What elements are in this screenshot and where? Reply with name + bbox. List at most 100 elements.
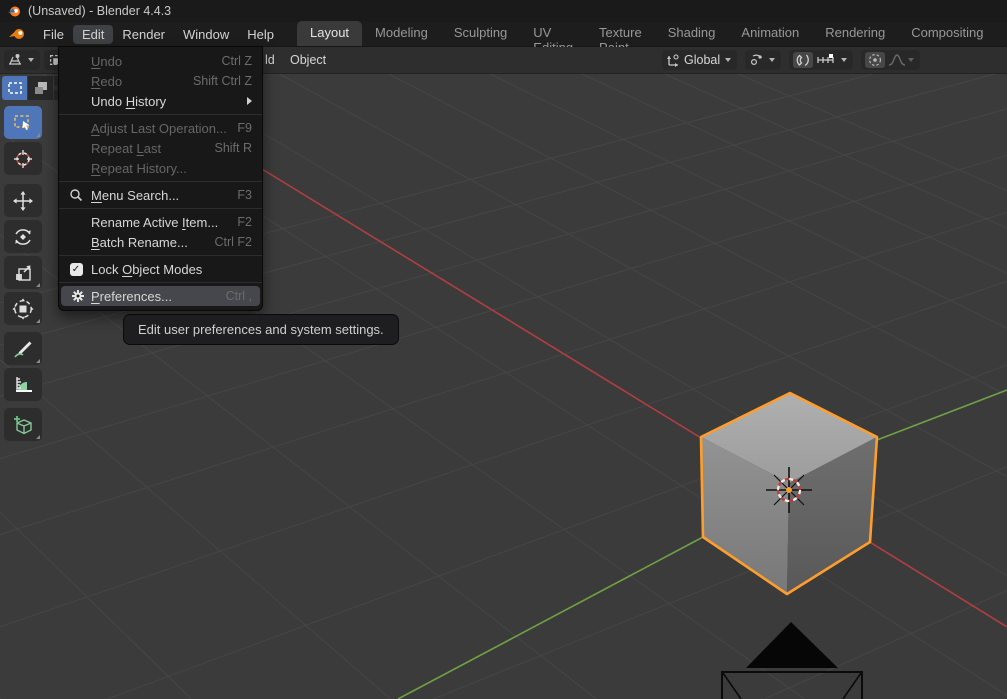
- blender-app-icon: [7, 4, 21, 18]
- menubar-item-file[interactable]: File: [34, 25, 73, 44]
- menubar-item-window[interactable]: Window: [174, 25, 238, 44]
- transform-orientation-dropdown[interactable]: Global: [662, 50, 737, 70]
- magnet-icon: [796, 53, 810, 67]
- measure-icon: [12, 374, 34, 396]
- editor-type-selector[interactable]: [4, 50, 40, 70]
- tab-geometry-noc[interactable]: Geometry Noc: [996, 21, 1007, 46]
- menubar-item-edit[interactable]: Edit: [73, 25, 113, 44]
- expand-corner-icon: [36, 435, 40, 439]
- menu-item-redo[interactable]: RedoShift Ctrl Z: [59, 71, 262, 91]
- menu-item-label: Undo: [91, 54, 221, 69]
- menu-item-shortcut: Shift R: [214, 141, 252, 155]
- select-mode-set-button[interactable]: [2, 76, 27, 100]
- menu-item-shortcut: F2: [237, 215, 252, 229]
- chevron-down-icon: [725, 58, 731, 62]
- falloff-curve-icon: [888, 53, 906, 67]
- tab-texture-paint[interactable]: Texture Paint: [586, 21, 655, 46]
- cursor-icon: [12, 148, 34, 170]
- tab-rendering[interactable]: Rendering: [812, 21, 898, 46]
- expand-corner-icon: [36, 283, 40, 287]
- tab-compositing[interactable]: Compositing: [898, 21, 996, 46]
- submenu-arrow-icon: [247, 97, 252, 105]
- menubar-item-help[interactable]: Help: [238, 25, 283, 44]
- snap-increment-icon: [816, 53, 836, 67]
- workspace-tabs: LayoutModelingSculptingUV EditingTexture…: [297, 22, 1007, 46]
- tool-transform-button[interactable]: [4, 292, 42, 325]
- menubar-item-render[interactable]: Render: [113, 25, 174, 44]
- object-menu[interactable]: Object: [290, 53, 326, 67]
- menu-separator: [59, 181, 262, 182]
- scale-icon: [12, 262, 34, 284]
- snap-toggle-button[interactable]: [793, 52, 813, 68]
- tool-cursor-button[interactable]: [4, 142, 42, 175]
- orientation-value: Global: [684, 53, 720, 67]
- move-icon: [12, 190, 34, 212]
- menu-item-repeat-history[interactable]: Repeat History...: [59, 158, 262, 178]
- menu-separator: [59, 282, 262, 283]
- select-box-icon: [12, 112, 34, 134]
- chevron-down-icon: [28, 58, 34, 62]
- chevron-down-icon: [841, 58, 847, 62]
- rotate-icon: [12, 226, 34, 248]
- tool-rotate-button[interactable]: [4, 220, 42, 253]
- tab-layout[interactable]: Layout: [297, 21, 362, 46]
- menu-item-lock-object-modes[interactable]: ✓ Lock Object Modes: [59, 259, 262, 279]
- tool-scale-button[interactable]: [4, 256, 42, 289]
- tab-uv-editing[interactable]: UV Editing: [520, 21, 586, 46]
- menu-item-undo[interactable]: UndoCtrl Z: [59, 51, 262, 71]
- tooltip: Edit user preferences and system setting…: [123, 314, 399, 345]
- proportional-editing-controls: [861, 50, 920, 70]
- falloff-dropdown[interactable]: [888, 53, 916, 67]
- annotate-icon: [12, 338, 34, 360]
- tool-move-button[interactable]: [4, 184, 42, 217]
- menu-item-preferences[interactable]: Preferences...Ctrl ,: [61, 286, 260, 306]
- menu-item-shortcut: F3: [237, 188, 252, 202]
- menu-item-rename-active-item[interactable]: Rename Active Item...F2: [59, 212, 262, 232]
- select-mode-extend-button[interactable]: [28, 76, 53, 100]
- tool-measure-button[interactable]: [4, 368, 42, 401]
- checkbox-checked-icon: ✓: [67, 259, 85, 279]
- tool-add-cube-button[interactable]: [4, 408, 42, 441]
- gear-icon: [69, 286, 87, 306]
- menu-item-label: Lock Object Modes: [91, 262, 252, 277]
- menu-item-label: Adjust Last Operation...: [91, 121, 237, 136]
- menu-item-menu-search[interactable]: Menu Search...F3: [59, 185, 262, 205]
- menu-item-shortcut: F9: [237, 121, 252, 135]
- menu-separator: [59, 255, 262, 256]
- menu-item-shortcut: Ctrl Z: [221, 54, 252, 68]
- expand-corner-icon: [36, 359, 40, 363]
- topbar: FileEditRenderWindowHelp LayoutModelingS…: [0, 22, 1007, 47]
- menu-item-shortcut: Ctrl ,: [226, 289, 252, 303]
- tab-sculpting[interactable]: Sculpting: [441, 21, 520, 46]
- snap-target-button[interactable]: [816, 53, 836, 67]
- menu-item-label: Undo History: [91, 94, 247, 109]
- blender-logo-icon[interactable]: [0, 27, 34, 41]
- editor-type-icon: [8, 53, 23, 67]
- menu-item-shortcut: Ctrl F2: [215, 235, 253, 249]
- pivot-point-icon: [749, 53, 764, 67]
- menubar: FileEditRenderWindowHelp: [34, 25, 283, 44]
- tab-animation[interactable]: Animation: [728, 21, 812, 46]
- chevron-down-icon: [908, 58, 914, 62]
- tool-annotate-button[interactable]: [4, 332, 42, 365]
- snapping-controls: [789, 50, 853, 70]
- pivot-point-dropdown[interactable]: [745, 50, 781, 70]
- menu-item-batch-rename[interactable]: Batch Rename...Ctrl F2: [59, 232, 262, 252]
- window-title: (Unsaved) - Blender 4.4.3: [28, 4, 171, 18]
- menu-item-label: Rename Active Item...: [91, 215, 237, 230]
- menu-item-adjust-last-operation[interactable]: Adjust Last Operation...F9: [59, 118, 262, 138]
- menu-item-label: Repeat History...: [91, 161, 252, 176]
- tab-modeling[interactable]: Modeling: [362, 21, 441, 46]
- proportional-toggle-button[interactable]: [865, 52, 885, 68]
- menu-item-repeat-last[interactable]: Repeat LastShift R: [59, 138, 262, 158]
- search-icon: [67, 185, 85, 205]
- proportional-circle-icon: [868, 53, 882, 67]
- chevron-down-icon: [769, 58, 775, 62]
- partial-menu-label[interactable]: ld: [265, 53, 275, 67]
- tool-select-box-button[interactable]: [4, 106, 42, 139]
- menu-item-undo-history[interactable]: Undo History: [59, 91, 262, 111]
- tab-shading[interactable]: Shading: [655, 21, 729, 46]
- edit-menu-dropdown: UndoCtrl ZRedoShift Ctrl ZUndo HistoryAd…: [58, 46, 263, 311]
- menu-item-label: Batch Rename...: [91, 235, 215, 250]
- menu-separator: [59, 114, 262, 115]
